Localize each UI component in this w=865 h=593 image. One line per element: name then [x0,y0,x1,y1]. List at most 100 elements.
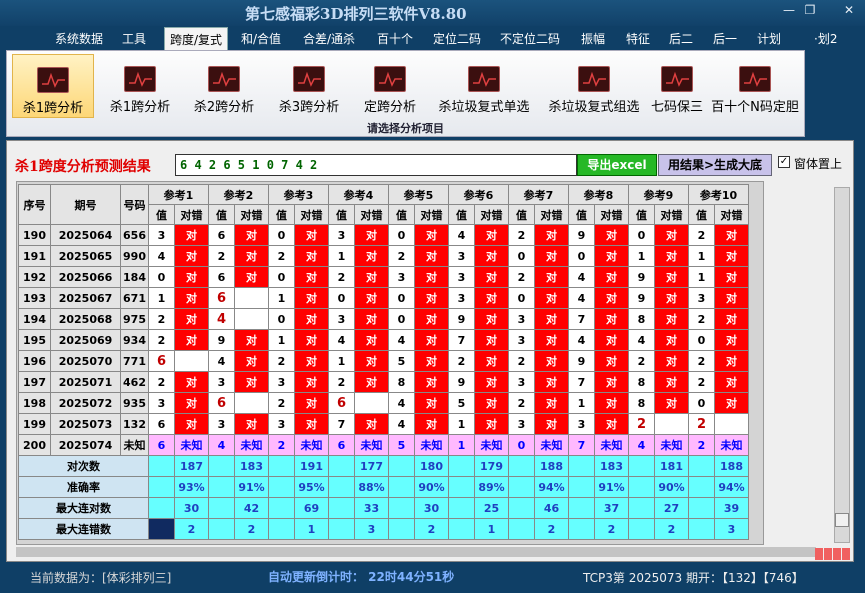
menu-item-3[interactable]: 和/合值 [241,30,281,47]
chart-icon [468,66,500,92]
cell-result: 对 [474,308,509,330]
cell-value: 0 [388,224,415,246]
menu-item-12[interactable]: 计划 [757,30,781,47]
menu-item-1[interactable]: 工具 [122,30,146,47]
cell-value: 2 [688,371,715,393]
menu-item-2[interactable]: 跨度/复式 [164,27,229,50]
cell-result: 对 [354,413,389,435]
cell-result: 对 [534,392,569,414]
menu-item-5[interactable]: 百十个 [377,30,413,47]
restore-icon[interactable]: ❐ [799,3,821,17]
table-row[interactable]: 193 2025067 671 1 对 6 1 对 0 对 0 对 3 对 0 对 4 对 9 对 3 对 [18,287,749,309]
cell-value: 3 [208,413,235,435]
cell-value: 1 [328,350,355,372]
horizontal-scrollbar[interactable] [16,547,816,557]
ribbon-button-label: 杀1跨分析 [109,100,171,115]
pred-result: 未知 [234,434,269,456]
ribbon-button-7[interactable]: 七码保三 [642,54,712,118]
cell-result: 对 [534,245,569,267]
row-period: 2025074 [50,434,121,456]
ribbon-button-5[interactable]: 杀垃圾复式单选 [430,54,538,118]
cell-value: 6 [208,266,235,288]
menu-item-7[interactable]: 不定位二码 [500,30,560,47]
menu-item-11[interactable]: 后一 [713,30,737,47]
cell-value: 5 [448,392,475,414]
prediction-row[interactable]: 200 2025074 未知 6 未知 4 未知 2 未知 6 未知 5 未知 1 未知 0 未知 7 未知 4 未知 2… [18,434,749,456]
table-row[interactable]: 197 2025071 462 2 对 3 对 3 对 2 对 8 对 9 对 3 对 7 对 8 对 2 对 [18,371,749,393]
cell-result: 对 [714,224,749,246]
close-icon[interactable]: ✕ [838,3,860,17]
table-row[interactable]: 192 2025066 184 0 对 6 对 0 对 2 对 3 对 3 对 2 对 4 对 9 对 1 对 [18,266,749,288]
scroll-thumb[interactable] [835,513,849,527]
menu-item-13[interactable]: ·划2 [814,30,837,47]
ribbon-caption: 请选择分析项目 [367,122,444,135]
result-field[interactable]: 6 4 2 6 5 1 0 7 4 2 [175,154,577,176]
export-excel-button[interactable]: 导出excel [577,154,657,176]
ribbon-button-6[interactable]: 杀垃圾复式组选 [540,54,648,118]
row-number: 未知 [120,434,149,456]
menu-item-10[interactable]: 后二 [669,30,693,47]
stats-spacer [628,476,655,498]
chart-icon [208,66,240,92]
cell-result: 对 [474,413,509,435]
stats-spacer [628,518,655,540]
table-row[interactable]: 194 2025068 975 2 对 4 0 对 3 对 0 对 9 对 3 对 7 对 8 对 2 对 [18,308,749,330]
stats-spacer [448,518,475,540]
table-row[interactable]: 195 2025069 934 2 对 9 对 1 对 4 对 4 对 7 对 3 对 4 对 4 对 0 对 [18,329,749,351]
ribbon-button-label: 杀垃圾复式单选 [438,100,530,115]
cell-result: 对 [354,329,389,351]
cell-value: 3 [508,371,535,393]
row-seq: 190 [18,224,51,246]
stats-spacer [328,518,355,540]
stats-spacer [148,476,175,498]
table-row[interactable]: 199 2025073 132 6 对 3 对 3 对 7 对 4 对 1 对 3 对 3 对 2 2 [18,413,749,435]
stats-value: 91% [594,476,629,498]
pred-result: 未知 [654,434,689,456]
cell-value: 3 [328,224,355,246]
menu-item-8[interactable]: 振幅 [581,30,605,47]
header-ref-8: 参考8 [568,184,629,205]
menu-item-0[interactable]: 系统数据 [55,30,103,47]
ribbon-button-8[interactable]: 百十个N码定胆 [710,54,800,118]
generate-base-button[interactable]: 用结果>生成大底 [658,154,772,176]
table-row[interactable]: 190 2025064 656 3 对 6 对 0 对 3 对 0 对 4 对 2 对 9 对 0 对 2 对 [18,224,749,246]
cell-result: 对 [174,287,209,309]
menu-item-6[interactable]: 定位二码 [433,30,481,47]
cell-result: 对 [414,245,449,267]
ribbon-button-2[interactable]: 杀2跨分析 [187,54,261,118]
menu-item-4[interactable]: 合差/通杀 [303,30,355,47]
table-row[interactable]: 198 2025072 935 3 对 6 2 对 6 4 对 5 对 2 对 1 对 8 对 0 对 [18,392,749,414]
stats-spacer [208,476,235,498]
cell-value: 3 [328,308,355,330]
cell-value: 3 [448,266,475,288]
stats-label: 最大连错数 [18,518,149,540]
ribbon-button-3[interactable]: 杀3跨分析 [272,54,346,118]
cell-result: 对 [714,371,749,393]
stats-value: 188 [714,455,749,477]
row-seq: 195 [18,329,51,351]
table-row[interactable]: 191 2025065 990 4 对 2 对 2 对 1 对 2 对 3 对 0 对 0 对 1 对 1 对 [18,245,749,267]
cell-value: 6 [208,392,235,414]
menu-item-9[interactable]: 特征 [626,30,650,47]
header-value: 值 [148,204,175,225]
ribbon-button-4[interactable]: 定跨分析 [355,54,425,118]
vertical-scrollbar[interactable] [834,187,850,543]
cell-value: 9 [568,350,595,372]
cell-value: 3 [268,371,295,393]
stats-spacer [568,455,595,477]
header-ref-5: 参考5 [388,184,449,205]
pred-result: 未知 [594,434,629,456]
ribbon-button-0[interactable]: 杀1跨分析 [12,54,94,118]
table-row[interactable]: 196 2025070 771 6 4 对 2 对 1 对 5 对 2 对 2 对 9 对 2 对 2 对 [18,350,749,372]
topmost-checkbox[interactable]: ✓ [778,156,790,168]
row-period: 2025071 [50,371,121,393]
pred-result: 未知 [714,434,749,456]
ribbon-button-1[interactable]: 杀1跨分析 [103,54,177,118]
cell-result: 对 [354,308,389,330]
header-result: 对错 [174,204,209,225]
cell-result: 对 [234,224,269,246]
row-period: 2025066 [50,266,121,288]
stats-label: 准确率 [18,476,149,498]
chart-icon [374,66,406,92]
minimize-icon[interactable]: — [778,3,800,17]
